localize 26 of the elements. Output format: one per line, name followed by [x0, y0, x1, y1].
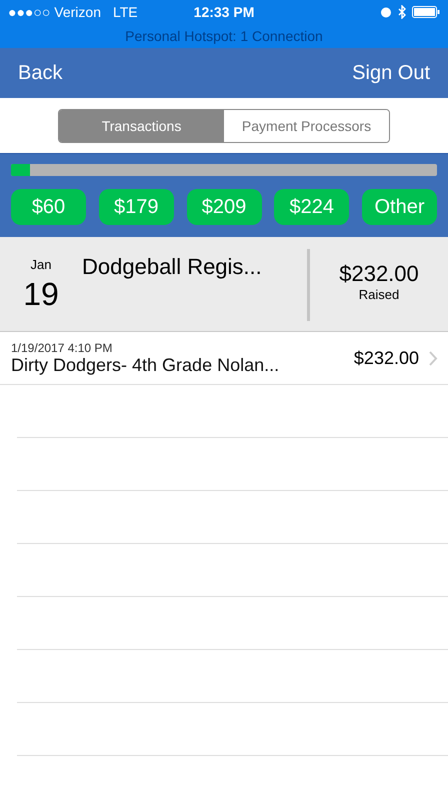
carrier-name: Verizon — [54, 4, 101, 20]
transaction-date: 1/19/2017 4:10 PM — [11, 340, 114, 354]
network-type: LTE — [112, 4, 138, 20]
hotspot-text: Personal Hotspot: 1 Connection — [125, 28, 323, 44]
sign-out-button[interactable]: Sign Out — [352, 62, 430, 84]
event-month: Jan — [30, 257, 52, 272]
event-title: Dodgeball Regis... — [82, 253, 263, 281]
event-day: 19 — [23, 276, 59, 313]
raised-label: Raised — [358, 287, 400, 302]
transaction-name: Dirty Dodgers- 4th Grade Nolan... — [11, 354, 280, 376]
amount-button[interactable]: Other — [362, 189, 437, 225]
clock-time: 12:33 PM — [194, 4, 254, 20]
signal-dots: ●●●○○ — [8, 4, 50, 20]
raised-amount: $232.00 — [339, 261, 419, 287]
chevron-icon — [429, 350, 438, 366]
segment-tab[interactable]: Transactions — [59, 110, 224, 142]
amount-button[interactable]: $179 — [98, 189, 174, 225]
amount-button[interactable]: $60 — [11, 189, 86, 225]
battery-icon — [412, 6, 440, 18]
amount-button[interactable]: $224 — [274, 189, 350, 225]
transaction-row[interactable]: 1/19/2017 4:10 PM Dirty Dodgers- 4th Grade Nolan... $232.00 — [0, 332, 448, 385]
amount-button[interactable]: $209 — [186, 189, 262, 225]
transaction-amount: $232.00 — [354, 348, 419, 368]
bluetooth-icon — [398, 5, 406, 19]
event-card[interactable]: Jan 19 Dodgeball Regis... $232.00 Raised — [0, 237, 448, 332]
back-button[interactable]: Back — [18, 62, 62, 84]
